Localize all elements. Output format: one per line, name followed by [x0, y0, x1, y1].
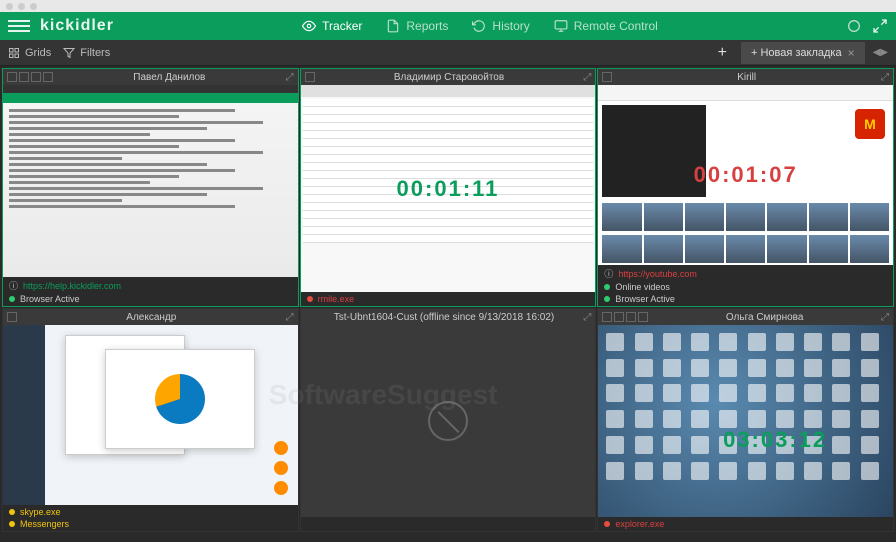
footer-app: skype.exe	[20, 507, 61, 517]
tile-pavel[interactable]: Павел Данилов ⤢ ⓘ https://help.kickidler.…	[2, 68, 299, 307]
document-icon	[386, 19, 400, 33]
tile-offline[interactable]: Tst-Ubnt1604-Cust (offline since 9/13/20…	[300, 308, 597, 532]
circle-icon	[274, 441, 288, 455]
close-icon[interactable]: ×	[848, 46, 855, 60]
fullscreen-icon[interactable]	[872, 18, 888, 34]
logo: kickidler	[40, 17, 114, 35]
tile-screenshot[interactable]	[3, 325, 298, 505]
topbar: kickidler Tracker Reports History Remote…	[0, 12, 896, 40]
mcdonalds-icon: M	[855, 109, 885, 139]
tile-title: Ольга Смирнова	[648, 312, 881, 323]
circle-icon	[274, 461, 288, 475]
tile-screenshot[interactable]: M 00:01:07	[598, 85, 893, 265]
grid-icon	[8, 47, 20, 59]
nav-reports[interactable]: Reports	[386, 19, 448, 33]
window-close-dot[interactable]	[6, 3, 13, 10]
nav-tracker[interactable]: Tracker	[302, 19, 362, 33]
window-min-dot[interactable]	[18, 3, 25, 10]
nav-tracker-label: Tracker	[322, 19, 362, 33]
tile-title: Владимир Старовойтов	[315, 72, 584, 83]
info-icon: ⓘ	[9, 279, 18, 292]
expand-icon[interactable]: ⤢	[286, 312, 294, 323]
status-dot-icon	[9, 509, 15, 515]
tile-alexander[interactable]: Александр ⤢ skype.exe Messengers	[2, 308, 299, 532]
tile-screenshot[interactable]: 03:03:12	[598, 325, 893, 517]
multi-monitor-icon	[602, 312, 648, 322]
multi-monitor-icon	[7, 72, 53, 82]
filters-button[interactable]: Filters	[63, 47, 110, 59]
status-dot-icon	[604, 284, 610, 290]
tile-title: Kirill	[612, 72, 881, 83]
nav-history-label: History	[492, 19, 529, 33]
tile-title: Александр	[17, 312, 286, 323]
footer-category: Messengers	[20, 519, 69, 529]
status-dot-icon	[604, 296, 610, 302]
tile-title: Tst-Ubnt1604-Cust (offline since 9/13/20…	[305, 312, 584, 323]
expand-icon[interactable]: ⤢	[583, 312, 591, 323]
record-icon[interactable]	[846, 18, 862, 34]
nav-history[interactable]: History	[472, 19, 529, 33]
monitor-icon	[554, 19, 568, 33]
idle-timer: 03:03:12	[723, 427, 827, 453]
tab-new-bookmark[interactable]: + Новая закладка ×	[741, 42, 865, 64]
tab-label: + Новая закладка	[751, 47, 842, 59]
monitor-icon	[7, 312, 17, 322]
expand-icon[interactable]: ⤢	[583, 72, 591, 83]
footer-app: explorer.exe	[615, 519, 664, 529]
screens-grid: Павел Данилов ⤢ ⓘ https://help.kickidler.…	[0, 66, 896, 534]
footer-status: Browser Active	[615, 294, 675, 304]
monitor-icon	[602, 72, 612, 82]
nav-remote[interactable]: Remote Control	[554, 19, 658, 33]
nav-reports-label: Reports	[406, 19, 448, 33]
tile-olga[interactable]: Ольга Смирнова ⤢	[597, 308, 894, 532]
status-dot-icon	[307, 296, 313, 302]
pie-chart-icon	[155, 374, 205, 424]
footer-status: Browser Active	[20, 294, 80, 304]
grids-label: Grids	[25, 47, 51, 59]
status-dot-icon	[9, 521, 15, 527]
offline-icon	[428, 401, 468, 441]
footer-app: rmile.exe	[318, 294, 355, 304]
add-tile-button[interactable]: +	[712, 44, 733, 62]
top-navigation: Tracker Reports History Remote Control	[302, 19, 658, 33]
footer-url: https://youtube.com	[618, 269, 697, 279]
tile-screenshot-offline	[301, 325, 596, 517]
nav-remote-label: Remote Control	[574, 19, 658, 33]
info-icon: ⓘ	[604, 267, 613, 280]
tile-title: Павел Данилов	[53, 72, 286, 83]
hamburger-menu-button[interactable]	[8, 15, 30, 37]
tab-scroll-arrows[interactable]: ◀▶	[873, 47, 888, 58]
status-dot-icon	[604, 521, 610, 527]
idle-timer: 00:01:07	[694, 162, 798, 188]
window-chrome	[0, 0, 896, 12]
tile-screenshot[interactable]	[3, 85, 298, 277]
expand-icon[interactable]: ⤢	[881, 312, 889, 323]
tile-vladimir[interactable]: Владимир Старовойтов ⤢ 00:01:11 rmile.ex…	[300, 68, 597, 307]
idle-timer: 00:01:11	[397, 176, 500, 202]
circle-icon	[274, 481, 288, 495]
filter-icon	[63, 47, 75, 59]
status-dot-icon	[9, 296, 15, 302]
expand-icon[interactable]: ⤢	[286, 72, 294, 83]
monitor-icon	[305, 72, 315, 82]
footer-category: Online videos	[615, 282, 670, 292]
topbar-right	[846, 18, 888, 34]
tile-screenshot[interactable]: 00:01:11	[301, 85, 596, 292]
eye-icon	[302, 19, 316, 33]
toolbar: Grids Filters + + Новая закладка × ◀▶	[0, 40, 896, 66]
history-icon	[472, 19, 486, 33]
footer-url: https://help.kickidler.com	[23, 281, 121, 291]
window-max-dot[interactable]	[30, 3, 37, 10]
tile-kirill[interactable]: Kirill ⤢ M 00:01:07 ⓘ https://youtube.com…	[597, 68, 894, 307]
expand-icon[interactable]: ⤢	[881, 72, 889, 83]
filters-label: Filters	[80, 47, 110, 59]
grids-button[interactable]: Grids	[8, 47, 51, 59]
